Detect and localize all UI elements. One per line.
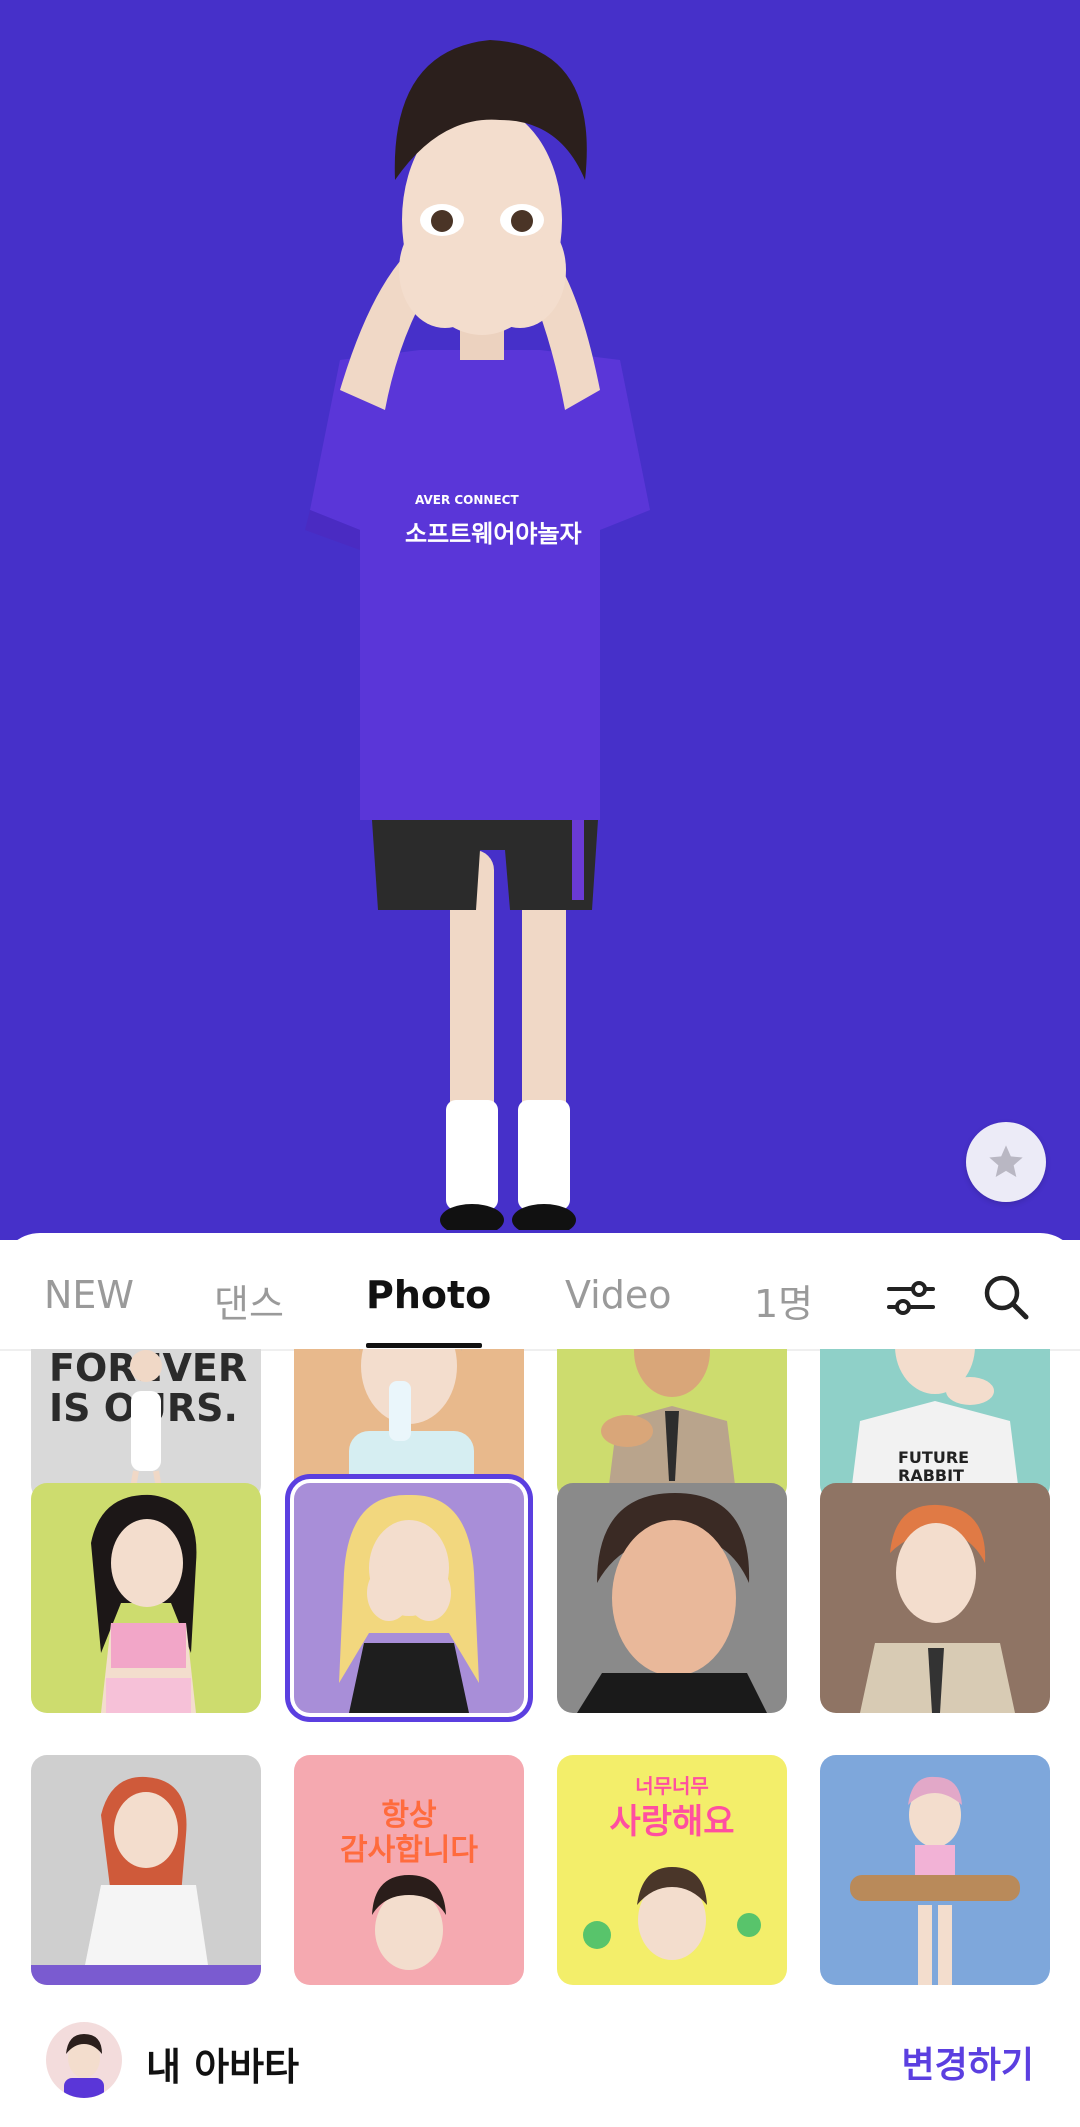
category-tabs: NEW 댄스 Photo Video 1명 [0,1233,1080,1351]
search-icon[interactable] [978,1269,1034,1325]
svg-text:사랑해요: 사랑해요 [609,1802,734,1842]
favorite-button[interactable] [966,1122,1046,1202]
tab-video[interactable]: Video [565,1273,671,1317]
avatar[interactable] [46,2022,122,2098]
grid-item-selected[interactable] [294,1483,524,1713]
grid-item[interactable] [557,1483,787,1713]
content-sheet: NEW 댄스 Photo Video 1명 FOREVER IS OURS. [0,1233,1080,2127]
shirt-text-top: AVER CONNECT [415,493,519,507]
filter-sliders-icon[interactable] [883,1269,939,1325]
svg-text:FUTURE: FUTURE [898,1448,969,1467]
tab-dance[interactable]: 댄스 [214,1273,284,1328]
grid-item[interactable] [820,1755,1050,1985]
shirt-text-main: 소프트웨어야놀자 [405,520,582,548]
grid-item[interactable]: FOREVER IS OURS. [31,1349,261,1501]
grid-item[interactable] [820,1483,1050,1713]
star-icon [989,1145,1023,1177]
grid-item[interactable] [294,1349,524,1501]
grid-item[interactable]: FUTURE RABBIT [820,1349,1050,1501]
photo-grid: FOREVER IS OURS. [0,1349,1080,2009]
my-avatar-bar: 내 아바타 변경하기 [0,1994,1080,2127]
svg-text:감사합니다: 감사합니다 [340,1833,478,1868]
my-avatar-label: 내 아바타 [146,2045,300,2089]
grid-item[interactable]: 너무너무 사랑해요 [557,1755,787,1985]
grid-item[interactable] [31,1483,261,1713]
svg-text:항상: 항상 [381,1798,437,1833]
avatar-3d-figure: AVER CONNECT 소프트웨어야놀자 [305,40,650,1230]
tab-new[interactable]: NEW [44,1273,134,1317]
grid-item[interactable] [31,1755,261,1985]
svg-text:너무너무: 너무너무 [635,1774,709,1798]
tab-photo[interactable]: Photo [366,1273,491,1317]
tab-one-person[interactable]: 1명 [754,1273,813,1328]
active-tab-indicator [366,1343,482,1348]
grid-item[interactable] [557,1349,787,1501]
change-avatar-button[interactable]: 변경하기 [902,2036,1034,2088]
grid-item[interactable]: 항상 감사합니다 [294,1755,524,1985]
avatar-preview: AVER CONNECT 소프트웨어야놀자 [0,0,1080,1240]
